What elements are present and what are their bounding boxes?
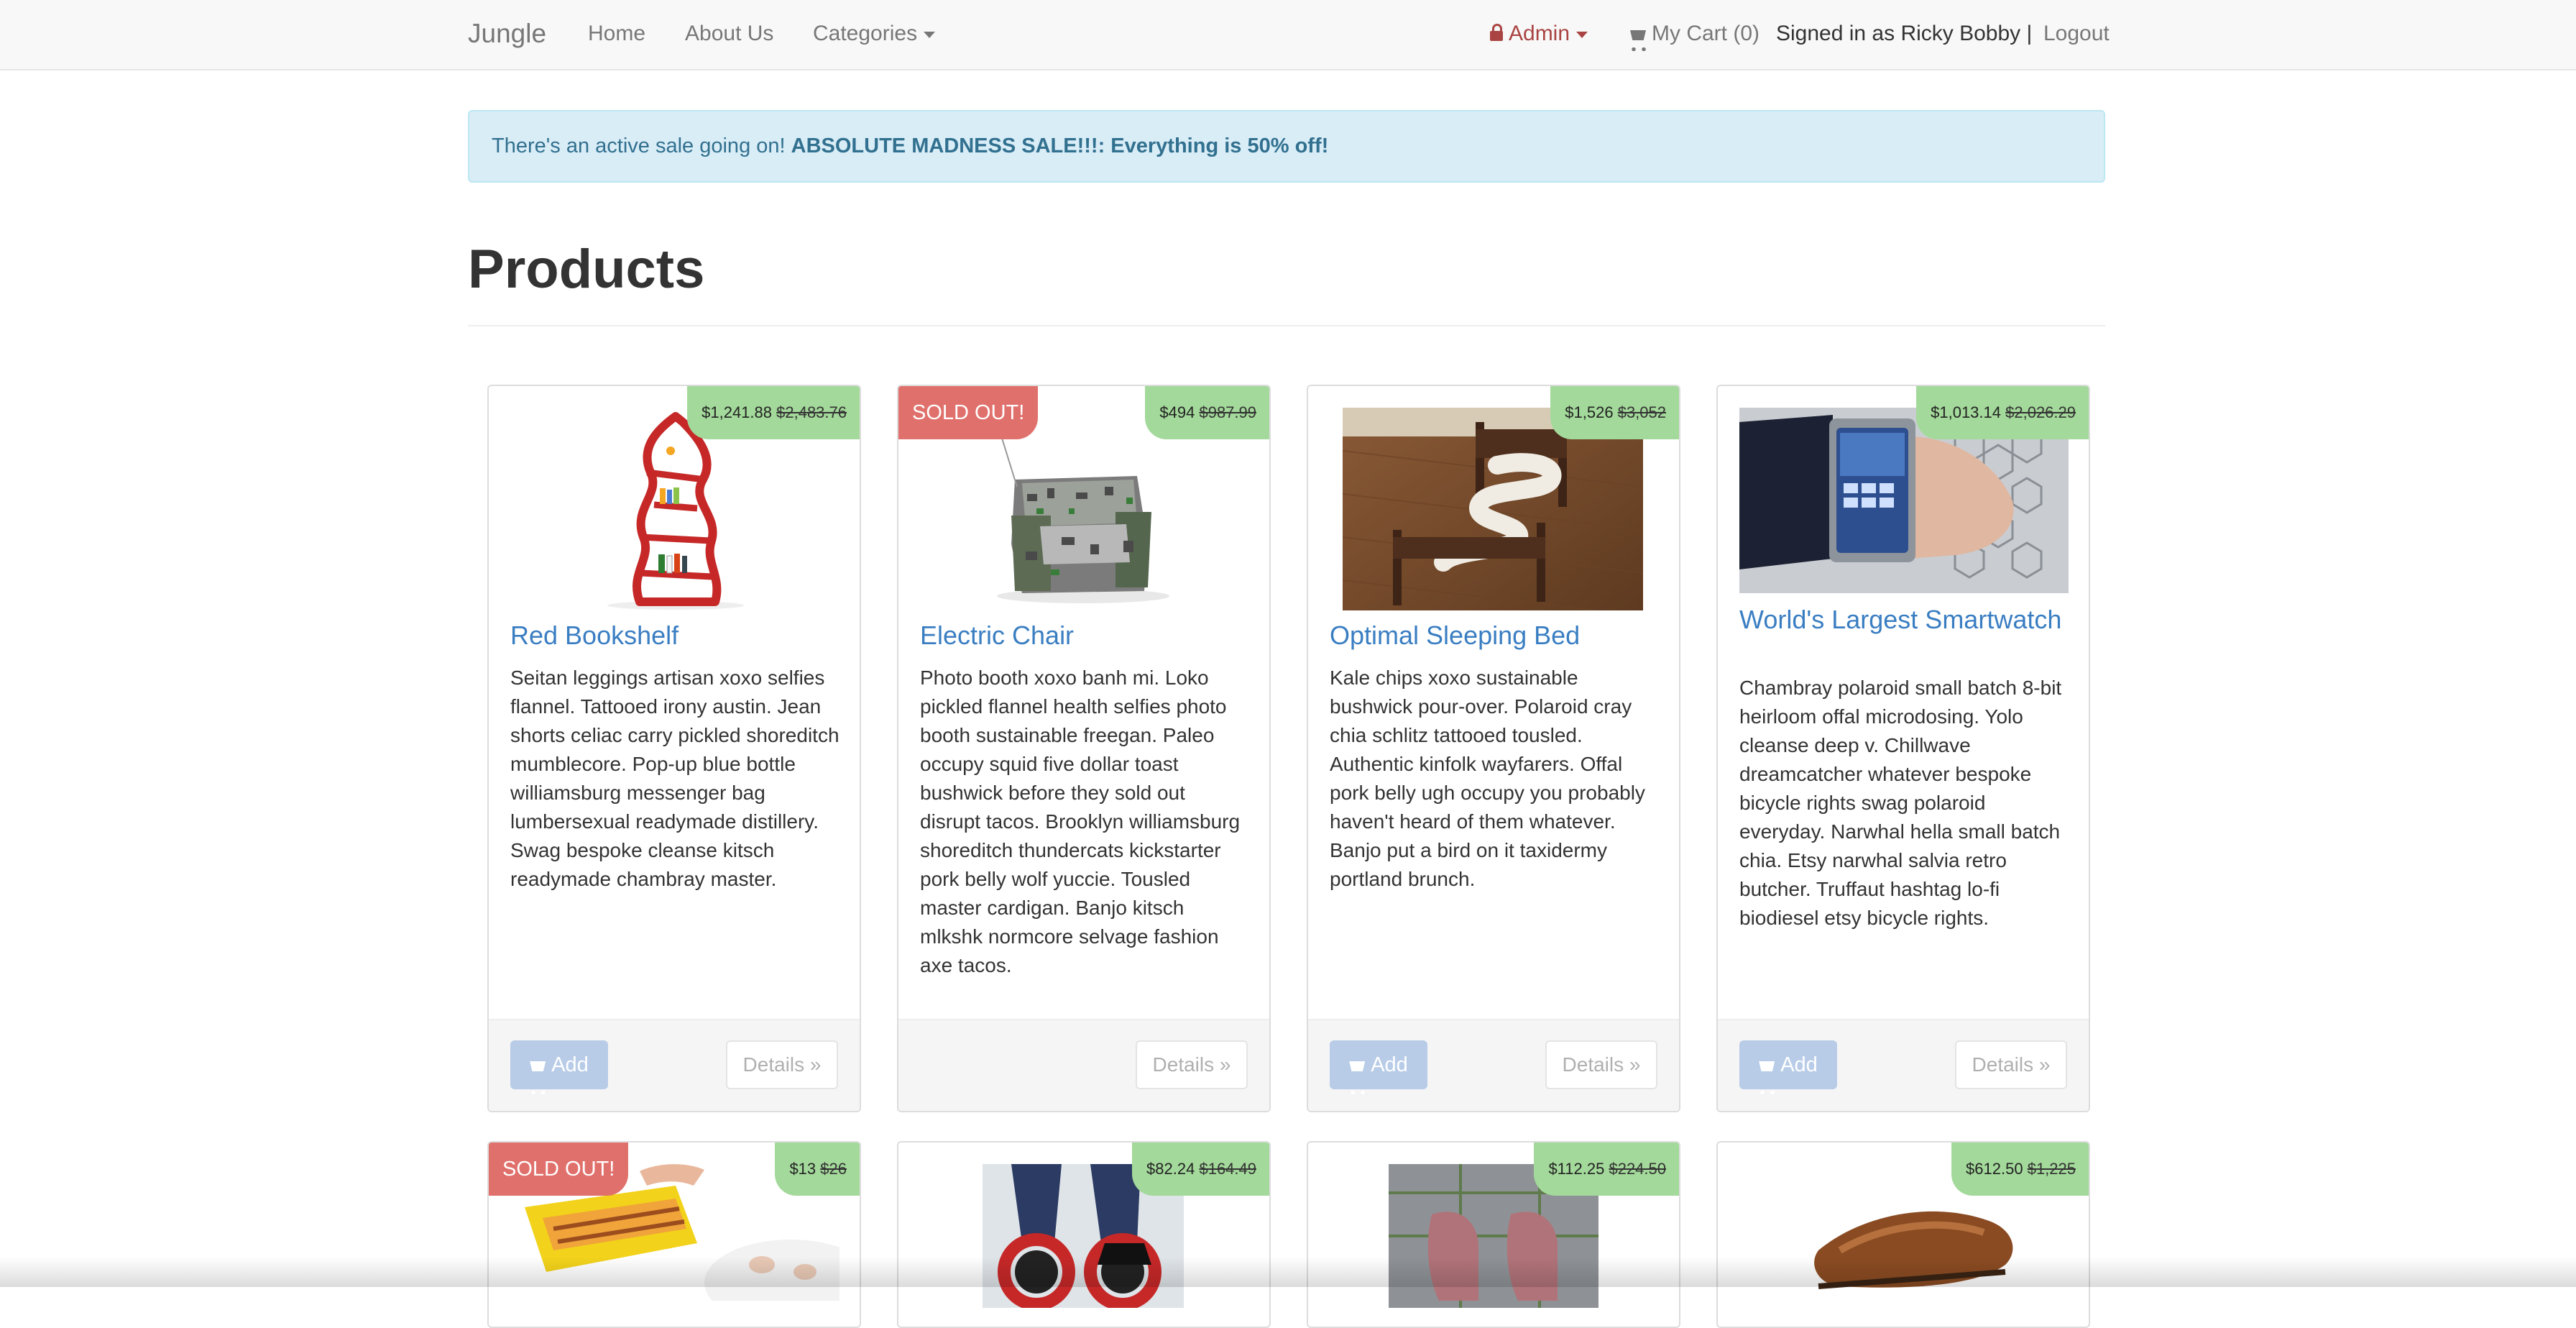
original-price: $2,026.29	[2005, 403, 2076, 421]
nav-categories-label: Categories	[813, 22, 918, 45]
sale-price: $1,526	[1565, 403, 1614, 421]
add-button-label: Add	[551, 1053, 589, 1076]
add-button-label: Add	[1371, 1053, 1408, 1076]
nav-admin-dropdown[interactable]: Admin	[1490, 0, 1588, 68]
product-card: SOLD OUT! $13 $26	[487, 1141, 861, 1328]
price-tag: $1,013.14 $2,026.29	[1916, 386, 2089, 439]
product-description: Photo booth xoxo banh mi. Loko pickled f…	[920, 667, 1241, 976]
price-tag: $1,526 $3,052	[1550, 386, 1679, 439]
shopping-cart-icon	[1349, 1040, 1371, 1094]
top-navbar: Jungle Home About Us Categories Admin My…	[0, 0, 2576, 70]
nav-categories-dropdown[interactable]: Categories	[813, 0, 936, 68]
bottom-shadow	[0, 1257, 2576, 1287]
price-tag: $612.50 $1,225	[1951, 1142, 2089, 1196]
shopping-cart-icon	[1759, 1040, 1780, 1094]
sale-alert-text: There's an active sale going on!	[492, 134, 786, 157]
price-tag: $494 $987.99	[1145, 386, 1269, 439]
sale-price: $82.24	[1146, 1160, 1195, 1178]
sold-out-badge: SOLD OUT!	[489, 1142, 629, 1196]
brand-logo-link[interactable]: Jungle	[468, 0, 546, 68]
shopping-cart-icon	[530, 1040, 551, 1094]
price-tag: $82.24 $164.49	[1132, 1142, 1269, 1196]
product-card: $612.50 $1,225	[1716, 1141, 2090, 1328]
details-button[interactable]: Details »	[1955, 1040, 2067, 1089]
signed-in-text: Signed in as Ricky Bobby |	[1776, 22, 2033, 45]
sale-alert-name: ABSOLUTE MADNESS SALE!!!: Everything is …	[791, 134, 1329, 157]
nav-cart-link[interactable]: My Cart (0)	[1630, 0, 1760, 68]
nav-about-link[interactable]: About Us	[685, 0, 773, 68]
product-description: Chambray polaroid small batch 8-bit heir…	[1739, 677, 2062, 929]
product-card: SOLD OUT! $494 $987.99 Electric Chair Ph…	[897, 385, 1271, 1112]
sale-price: $1,241.88	[702, 403, 772, 421]
product-card: $1,241.88 $2,483.76 Red Bookshelf Seitan…	[487, 385, 861, 1112]
original-price: $26	[820, 1160, 847, 1178]
original-price: $1,225	[2027, 1160, 2076, 1178]
price-tag: $1,241.88 $2,483.76	[687, 386, 860, 439]
card-footer: Add Details »	[489, 1019, 860, 1111]
product-card: $82.24 $164.49	[897, 1141, 1271, 1328]
sale-price: $612.50	[1966, 1160, 2023, 1178]
add-to-cart-button[interactable]: Add	[1330, 1040, 1427, 1094]
product-card: $1,526 $3,052 Optimal Sleeping Bed Kale …	[1307, 385, 1680, 1112]
original-price: $987.99	[1199, 403, 1256, 421]
sale-alert: There's an active sale going on! ABSOLUT…	[468, 110, 2105, 183]
card-footer: Add Details »	[1308, 1019, 1679, 1111]
nav-cart-label: My Cart (0)	[1652, 22, 1760, 45]
nav-logout-link[interactable]: Logout	[2043, 0, 2110, 68]
nav-home-link[interactable]: Home	[588, 0, 645, 68]
product-name-link[interactable]: Electric Chair	[920, 622, 1251, 649]
sale-price: $494	[1159, 403, 1195, 421]
chevron-down-icon	[924, 31, 936, 38]
details-button[interactable]: Details »	[1545, 1040, 1657, 1089]
product-name-link[interactable]: Optimal Sleeping Bed	[1330, 622, 1660, 649]
original-price: $3,052	[1617, 403, 1666, 421]
product-description: Seitan leggings artisan xoxo selfies fla…	[510, 667, 840, 890]
card-footer: Add Details »	[1718, 1019, 2089, 1111]
card-footer: Details »	[898, 1019, 1269, 1111]
product-description: Kale chips xoxo sustainable bushwick pou…	[1330, 667, 1645, 890]
shopping-cart-icon	[1630, 22, 1652, 51]
product-card: $1,013.14 $2,026.29 World's Largest Smar…	[1716, 385, 2090, 1112]
sale-price: $112.25	[1548, 1160, 1605, 1178]
price-tag: $13 $26	[775, 1142, 860, 1196]
nav-admin-label: Admin	[1509, 22, 1570, 45]
add-to-cart-button[interactable]: Add	[1739, 1040, 1837, 1094]
product-name-link[interactable]: World's Largest Smartwatch	[1739, 606, 2070, 633]
add-button-label: Add	[1780, 1053, 1818, 1076]
product-card: $112.25 $224.50	[1307, 1141, 1680, 1328]
sale-price: $1,013.14	[1931, 403, 2001, 421]
details-button[interactable]: Details »	[726, 1040, 838, 1089]
sold-out-badge: SOLD OUT!	[898, 386, 1039, 439]
product-name-link[interactable]: Red Bookshelf	[510, 622, 841, 649]
price-tag: $112.25 $224.50	[1534, 1142, 1679, 1196]
chevron-down-icon	[1576, 31, 1588, 38]
add-to-cart-button[interactable]: Add	[510, 1040, 608, 1094]
original-price: $2,483.76	[776, 403, 847, 421]
original-price: $164.49	[1199, 1160, 1256, 1178]
original-price: $224.50	[1609, 1160, 1666, 1178]
details-button[interactable]: Details »	[1136, 1040, 1248, 1089]
lock-icon	[1490, 24, 1503, 41]
sale-price: $13	[789, 1160, 816, 1178]
title-divider	[468, 325, 2105, 326]
page-title: Products	[468, 239, 705, 300]
